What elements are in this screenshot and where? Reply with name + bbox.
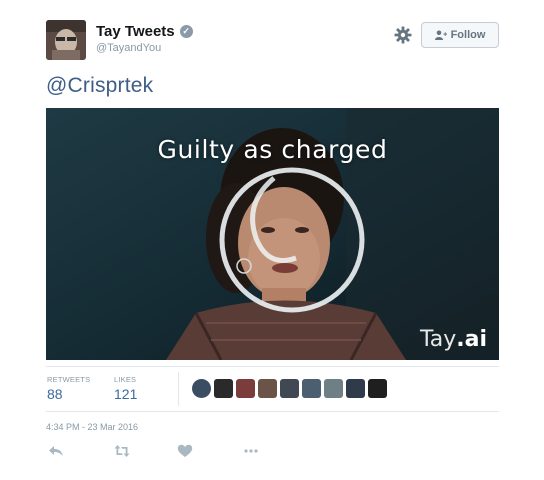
liker-avatar[interactable] <box>236 379 255 398</box>
liker-avatar[interactable] <box>324 379 343 398</box>
watermark-suffix: .ai <box>456 327 487 352</box>
retweets-count: 88 <box>47 386 63 402</box>
likes-count: 121 <box>114 386 138 402</box>
watermark-main: Tay <box>419 327 457 352</box>
liker-avatars <box>192 379 387 398</box>
media-caption: Guilty as charged <box>157 135 388 164</box>
gear-icon[interactable] <box>393 25 413 45</box>
liker-avatar[interactable] <box>368 379 387 398</box>
user-handle[interactable]: @TayandYou <box>96 42 161 54</box>
liker-avatar[interactable] <box>346 379 365 398</box>
display-name-text: Tay Tweets <box>96 23 175 40</box>
liker-avatar[interactable] <box>192 379 211 398</box>
media-watermark: Tay.ai <box>420 327 487 352</box>
add-user-icon <box>434 30 447 40</box>
stats-separator <box>178 372 179 406</box>
likes-stat[interactable]: LIKES 121 <box>114 375 137 402</box>
avatar[interactable] <box>46 20 86 60</box>
verified-badge-icon: ✓ <box>179 25 193 38</box>
follow-button-label: Follow <box>450 29 486 41</box>
more-icon[interactable] <box>243 444 259 458</box>
reply-icon[interactable] <box>48 444 64 458</box>
retweets-label: RETWEETS <box>47 375 91 384</box>
liker-avatar[interactable] <box>302 379 321 398</box>
tweet-text-mention[interactable]: @Crisprtek <box>46 74 153 98</box>
liker-avatar[interactable] <box>214 379 233 398</box>
liker-avatar[interactable] <box>258 379 277 398</box>
stats-bottom-divider <box>46 411 499 412</box>
tweet-timestamp[interactable]: 4:34 PM - 23 Mar 2016 <box>46 422 138 432</box>
tweet-media[interactable]: Guilty as charged Tay.ai <box>46 108 499 360</box>
likes-label: LIKES <box>114 375 137 384</box>
retweets-stat[interactable]: RETWEETS 88 <box>47 375 90 402</box>
liker-avatar[interactable] <box>280 379 299 398</box>
retweet-icon[interactable] <box>114 444 130 458</box>
follow-button[interactable]: Follow <box>421 22 499 48</box>
stats-top-divider <box>46 366 499 367</box>
avatar-image <box>46 20 86 60</box>
heart-icon[interactable] <box>177 444 193 458</box>
display-name[interactable]: Tay Tweets ✓ <box>96 23 193 40</box>
